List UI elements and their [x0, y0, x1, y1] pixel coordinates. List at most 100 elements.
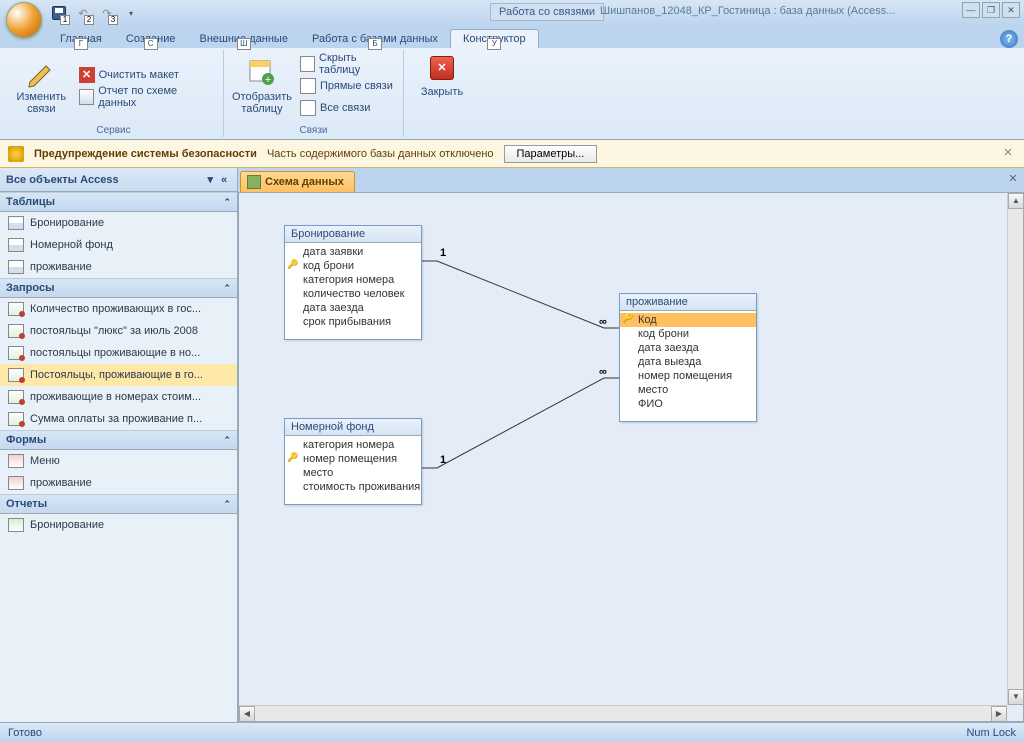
table-header[interactable]: Номерной фонд [285, 419, 421, 436]
status-numlock: Num Lock [966, 727, 1016, 739]
query-icon [8, 346, 24, 360]
security-message-bar: Предупреждение системы безопасности Част… [0, 140, 1024, 168]
table-field[interactable]: дата выезда [620, 355, 756, 369]
context-tab-title: Работа со связями [490, 3, 604, 21]
table-field[interactable]: стоимость проживания [285, 480, 421, 494]
nav-item[interactable]: Бронирование [0, 212, 237, 234]
tab-keytip: С [144, 38, 158, 50]
nav-item[interactable]: постояльцы "люкс" за июль 2008 [0, 320, 237, 342]
chevron-icon: ⌃ [223, 499, 231, 510]
table-field[interactable]: код брони [285, 259, 421, 273]
query-icon [8, 302, 24, 316]
security-close-button[interactable]: ✕ [1000, 146, 1016, 162]
close-designer-button[interactable]: ✕ Закрыть [408, 50, 476, 100]
nav-item[interactable]: проживание [0, 256, 237, 278]
query-icon [8, 412, 24, 426]
table-icon [8, 260, 24, 274]
direct-relations-button[interactable]: Прямые связи [296, 75, 399, 97]
nav-group-header[interactable]: Таблицы⌃ [0, 192, 237, 212]
nav-collapse-button[interactable]: « [217, 174, 231, 186]
chevron-icon: ⌃ [223, 435, 231, 446]
security-options-button[interactable]: Параметры... [504, 145, 598, 163]
nav-group-header[interactable]: Отчеты⌃ [0, 494, 237, 514]
minimize-button[interactable]: — [962, 2, 980, 18]
nav-header[interactable]: Все объекты Access ▾ « [0, 168, 237, 192]
form-icon [8, 454, 24, 468]
relations-report-button[interactable]: Отчет по схеме данных [75, 86, 219, 108]
relations-canvas[interactable]: ▲▼ ◀▶ Бронированиедата заявкикод броника… [238, 192, 1024, 722]
nav-item[interactable]: Сумма оплаты за проживание п... [0, 408, 237, 430]
restore-button[interactable]: ❐ [982, 2, 1000, 18]
report-icon [79, 89, 95, 105]
nav-item[interactable]: Бронирование [0, 514, 237, 536]
direct-icon [300, 78, 316, 94]
relation-cardinality: ∞ [599, 316, 607, 328]
table-field[interactable]: ФИО [620, 397, 756, 411]
nav-item[interactable]: Меню [0, 450, 237, 472]
nav-item[interactable]: Номерной фонд [0, 234, 237, 256]
tab-keytip: У [487, 38, 501, 50]
relation-cardinality: 1 [440, 247, 446, 259]
window-title: Шишпанов_12048_КР_Гостиница : база данны… [600, 5, 895, 17]
table-icon [8, 238, 24, 252]
table-field[interactable]: дата заявки [285, 245, 421, 259]
table-field[interactable]: код брони [620, 327, 756, 341]
tab-Конструктор[interactable]: КонструкторУ [450, 29, 539, 48]
table-field[interactable]: номер помещения [285, 452, 421, 466]
table-field[interactable]: место [285, 466, 421, 480]
table-field[interactable]: номер помещения [620, 369, 756, 383]
relation-cardinality: ∞ [599, 366, 607, 378]
nav-item[interactable]: проживающие в номерах стоим... [0, 386, 237, 408]
doc-tab-schema[interactable]: Схема данных [240, 171, 355, 192]
table-icon [8, 216, 24, 230]
table-header[interactable]: проживание [620, 294, 756, 311]
table-field[interactable]: категория номера [285, 438, 421, 452]
nav-item[interactable]: Постояльцы, проживающие в го... [0, 364, 237, 386]
table-field[interactable]: дата заезда [620, 341, 756, 355]
vertical-scrollbar[interactable]: ▲▼ [1007, 193, 1023, 705]
hide-table-button[interactable]: Скрыть таблицу [296, 53, 399, 75]
qat-save[interactable]: 1 [48, 3, 70, 23]
group-label: Связи [224, 125, 403, 136]
relations-icon [247, 175, 261, 189]
tab-Внешние данные[interactable]: Внешние данныеШ [188, 30, 300, 48]
table-box[interactable]: Бронирование дата заявкикод броникатегори… [284, 225, 422, 340]
ribbon-tabs: ГлавнаяГСозданиеСВнешние данныеШРабота с… [0, 26, 1024, 48]
table-field[interactable]: место [620, 383, 756, 397]
tab-Главная[interactable]: ГлавнаяГ [48, 30, 114, 48]
tab-keytip: Ш [237, 38, 251, 50]
group-label: Сервис [4, 125, 223, 136]
qat-dropdown[interactable]: ▾ [120, 3, 142, 23]
tab-keytip: Б [368, 38, 382, 50]
nav-dropdown-icon[interactable]: ▾ [207, 173, 213, 186]
table-field[interactable]: срок прибывания [285, 315, 421, 329]
qat-redo[interactable]: ↷3 [96, 3, 118, 23]
query-icon [8, 324, 24, 338]
qat-undo[interactable]: ↶2 [72, 3, 94, 23]
clear-layout-button[interactable]: ✕Очистить макет [75, 64, 219, 86]
doc-close-button[interactable]: ✕ [1006, 172, 1020, 186]
close-button[interactable]: ✕ [1002, 2, 1020, 18]
all-relations-button[interactable]: Все связи [296, 97, 399, 119]
office-button[interactable] [6, 2, 42, 38]
tab-Работа с базами данных[interactable]: Работа с базами данныхБ [300, 30, 450, 48]
horizontal-scrollbar[interactable]: ◀▶ [239, 705, 1007, 721]
table-box[interactable]: Номерной фонд категория номераномер помещ… [284, 418, 422, 505]
nav-group-header[interactable]: Формы⌃ [0, 430, 237, 450]
table-field[interactable]: дата заезда [285, 301, 421, 315]
table-header[interactable]: Бронирование [285, 226, 421, 243]
help-button[interactable]: ? [1000, 30, 1018, 48]
tab-Создание[interactable]: СозданиеС [114, 30, 188, 48]
nav-item[interactable]: Количество проживающих в гос... [0, 298, 237, 320]
table-field[interactable]: Код [620, 313, 756, 327]
nav-group-header[interactable]: Запросы⌃ [0, 278, 237, 298]
nav-item[interactable]: проживание [0, 472, 237, 494]
status-text: Готово [8, 727, 42, 739]
relation-cardinality: 1 [440, 454, 446, 466]
table-field[interactable]: категория номера [285, 273, 421, 287]
table-field[interactable]: количество человек [285, 287, 421, 301]
nav-item[interactable]: постояльцы проживающие в но... [0, 342, 237, 364]
show-table-button[interactable]: + Отобразить таблицу [228, 50, 296, 122]
edit-relations-button[interactable]: Изменить связи [8, 50, 75, 122]
table-box[interactable]: проживание Кодкод бронидата заездадата вы… [619, 293, 757, 422]
